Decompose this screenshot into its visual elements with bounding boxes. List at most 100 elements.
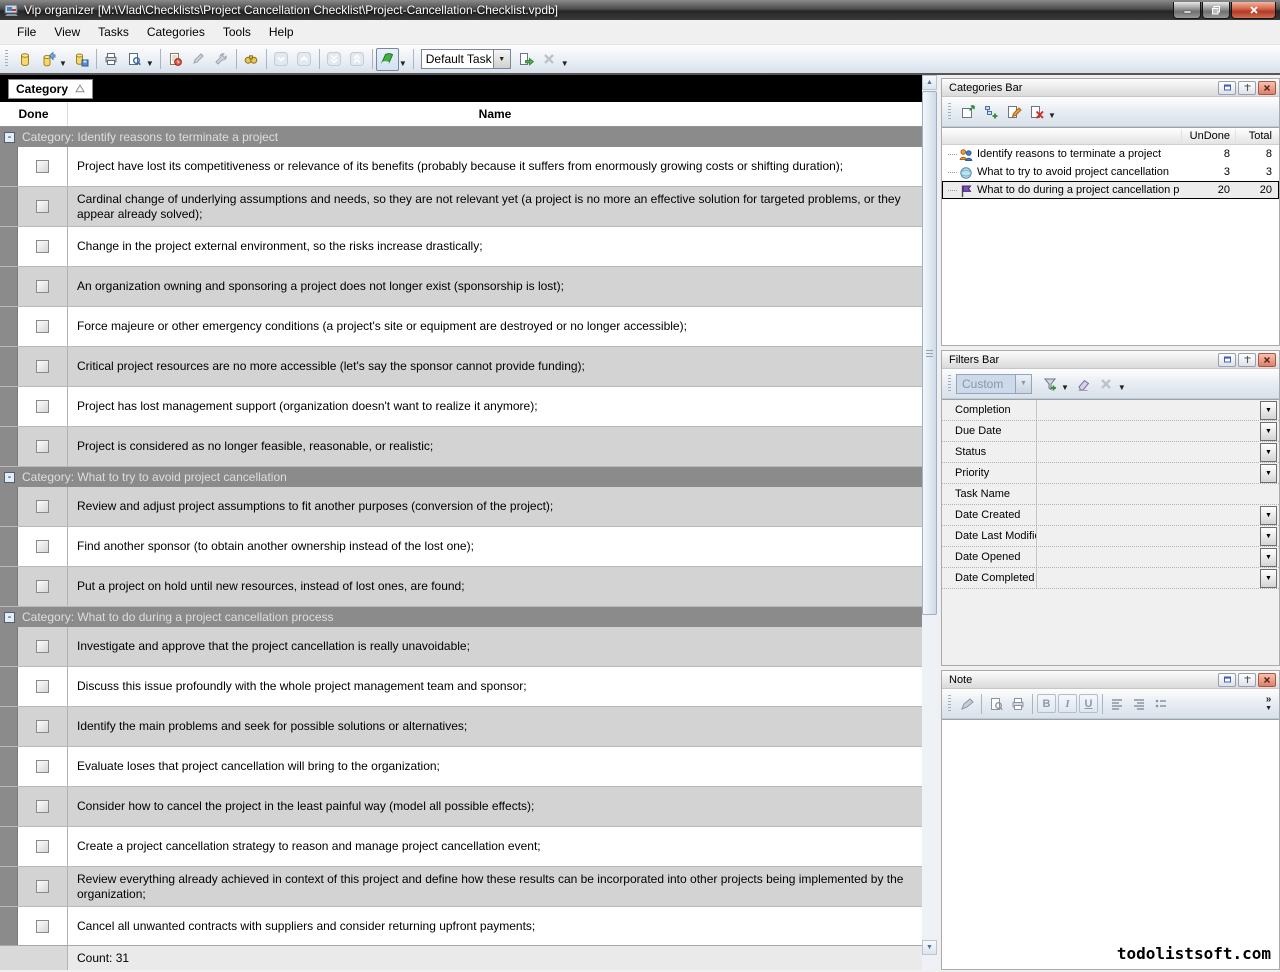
done-checkbox[interactable] xyxy=(36,580,49,593)
menu-tasks[interactable]: Tasks xyxy=(89,21,138,43)
note-editor[interactable]: todolistsoft.com xyxy=(942,719,1279,969)
done-checkbox[interactable] xyxy=(36,320,49,333)
vertical-scrollbar[interactable]: ▲ ▼ xyxy=(922,75,937,970)
categories-restore-button[interactable] xyxy=(1218,81,1236,95)
task-name-cell[interactable]: An organization owning and sponsoring a … xyxy=(68,267,922,306)
task-name-cell[interactable]: Identify the main problems and seek for … xyxy=(68,707,922,746)
task-row[interactable]: Investigate and approve that the project… xyxy=(0,627,922,667)
task-template-combo[interactable]: Default Task▼ xyxy=(421,49,511,69)
task-name-cell[interactable]: Evaluate loses that project cancellation… xyxy=(68,747,922,786)
task-name-cell[interactable]: Create a project cancellation strategy t… xyxy=(68,827,922,866)
note-pin-button[interactable] xyxy=(1238,673,1256,687)
move-down-button[interactable] xyxy=(270,48,293,71)
done-checkbox[interactable] xyxy=(36,280,49,293)
task-name-cell[interactable]: Put a project on hold until new resource… xyxy=(68,567,922,606)
filter-dropdown-button[interactable]: ▼ xyxy=(1260,401,1277,420)
filter-dropdown-button[interactable]: ▼ xyxy=(1260,464,1277,483)
toolbar-overflow-icon[interactable]: ▼ xyxy=(561,59,569,68)
task-row[interactable]: Critical project resources are no more a… xyxy=(0,347,922,387)
note-print-button[interactable] xyxy=(1007,693,1029,715)
done-checkbox[interactable] xyxy=(36,720,49,733)
filters-toolbar-overflow[interactable]: ▼ xyxy=(1118,383,1126,392)
scroll-up-button[interactable]: ▲ xyxy=(922,75,937,90)
scroll-down-button[interactable]: ▼ xyxy=(922,940,937,955)
task-row[interactable]: Put a project on hold until new resource… xyxy=(0,567,922,607)
category-group-header[interactable]: -Category: What to try to avoid project … xyxy=(0,467,922,487)
done-checkbox[interactable] xyxy=(36,840,49,853)
delete-template-button[interactable] xyxy=(538,48,561,71)
toolbar-grip[interactable] xyxy=(5,50,8,68)
done-checkbox[interactable] xyxy=(36,800,49,813)
task-row[interactable]: Force majeure or other emergency conditi… xyxy=(0,307,922,347)
filter-dropdown-button[interactable]: ▼ xyxy=(1260,527,1277,546)
new-category-button[interactable] xyxy=(956,100,979,123)
done-checkbox[interactable] xyxy=(36,160,49,173)
filter-dropdown-button[interactable]: ▼ xyxy=(1260,506,1277,525)
filter-preset-combo[interactable]: Custom ▼ xyxy=(956,374,1032,394)
delete-category-button[interactable] xyxy=(1025,100,1048,123)
note-print-preview-button[interactable] xyxy=(985,693,1007,715)
done-checkbox[interactable] xyxy=(36,360,49,373)
bullet-list-button[interactable] xyxy=(1150,693,1172,715)
move-up-button[interactable] xyxy=(293,48,316,71)
italic-button[interactable]: I xyxy=(1058,694,1077,713)
bold-button[interactable]: B xyxy=(1037,694,1056,713)
task-name-cell[interactable]: Change in the project external environme… xyxy=(68,227,922,266)
task-name-cell[interactable]: Cancel all unwanted contracts with suppl… xyxy=(68,907,922,945)
task-name-cell[interactable]: Project has lost management support (org… xyxy=(68,387,922,426)
delete-filter-button[interactable] xyxy=(1095,372,1118,395)
task-name-cell[interactable]: Find another sponsor (to obtain another … xyxy=(68,527,922,566)
new-task-button[interactable] xyxy=(164,48,187,71)
task-name-cell[interactable]: Review and adjust project assumptions to… xyxy=(68,487,922,526)
task-row[interactable]: Consider how to cancel the project in th… xyxy=(0,787,922,827)
task-name-cell[interactable]: Cardinal change of underlying assumption… xyxy=(68,187,922,226)
done-checkbox[interactable] xyxy=(36,200,49,213)
filter-dropdown-button[interactable]: ▼ xyxy=(1260,569,1277,588)
task-row[interactable]: Project have lost its competitiveness or… xyxy=(0,147,922,187)
open-database-button[interactable] xyxy=(36,48,59,71)
task-template-dropdown-icon[interactable]: ▼ xyxy=(493,50,510,68)
task-row[interactable]: Discuss this issue profoundly with the w… xyxy=(0,667,922,707)
task-row[interactable]: Review everything already achieved in co… xyxy=(0,867,922,907)
task-name-cell[interactable]: Consider how to cancel the project in th… xyxy=(68,787,922,826)
task-tools-button[interactable] xyxy=(210,48,233,71)
move-to-bottom-button[interactable] xyxy=(323,48,346,71)
filter-dropdown-button[interactable]: ▼ xyxy=(1260,422,1277,441)
filters-pin-button[interactable] xyxy=(1238,353,1256,367)
task-row[interactable]: Identify the main problems and seek for … xyxy=(0,707,922,747)
menu-file[interactable]: File xyxy=(8,21,45,43)
close-button[interactable] xyxy=(1231,2,1276,19)
menu-help[interactable]: Help xyxy=(260,21,303,43)
task-row[interactable]: Cardinal change of underlying assumption… xyxy=(0,187,922,227)
collapse-icon[interactable]: - xyxy=(4,132,15,143)
done-checkbox[interactable] xyxy=(36,540,49,553)
categories-toolbar-overflow[interactable]: ▼ xyxy=(1048,111,1056,120)
group-by-category-button[interactable]: Category xyxy=(8,79,93,99)
column-header-done[interactable]: Done xyxy=(0,102,68,126)
filters-restore-button[interactable] xyxy=(1218,353,1236,367)
menu-view[interactable]: View xyxy=(45,21,89,43)
scrollbar-thumb[interactable] xyxy=(922,91,937,615)
note-close-button[interactable] xyxy=(1258,673,1276,687)
task-name-cell[interactable]: Investigate and approve that the project… xyxy=(68,627,922,666)
task-row[interactable]: Evaluate loses that project cancellation… xyxy=(0,747,922,787)
clear-filter-button[interactable] xyxy=(1072,372,1095,395)
new-database-button[interactable] xyxy=(13,48,36,71)
menu-categories[interactable]: Categories xyxy=(138,21,214,43)
find-button[interactable] xyxy=(240,48,263,71)
new-subcategory-button[interactable] xyxy=(979,100,1002,123)
print-button[interactable] xyxy=(100,48,123,71)
total-column-header[interactable]: Total xyxy=(1235,130,1279,142)
print-preview-button[interactable] xyxy=(123,48,146,71)
categories-pin-button[interactable] xyxy=(1238,81,1256,95)
task-name-cell[interactable]: Force majeure or other emergency conditi… xyxy=(68,307,922,346)
categories-close-button[interactable] xyxy=(1258,81,1276,95)
move-to-top-button[interactable] xyxy=(346,48,369,71)
insert-note-template-button[interactable] xyxy=(956,693,978,715)
task-row[interactable]: Find another sponsor (to obtain another … xyxy=(0,527,922,567)
open-database-dropdown-icon[interactable]: ▼ xyxy=(59,59,67,68)
task-row[interactable]: Create a project cancellation strategy t… xyxy=(0,827,922,867)
edit-category-button[interactable] xyxy=(1002,100,1025,123)
restore-button[interactable] xyxy=(1202,2,1230,19)
task-name-cell[interactable]: Project have lost its competitiveness or… xyxy=(68,147,922,186)
